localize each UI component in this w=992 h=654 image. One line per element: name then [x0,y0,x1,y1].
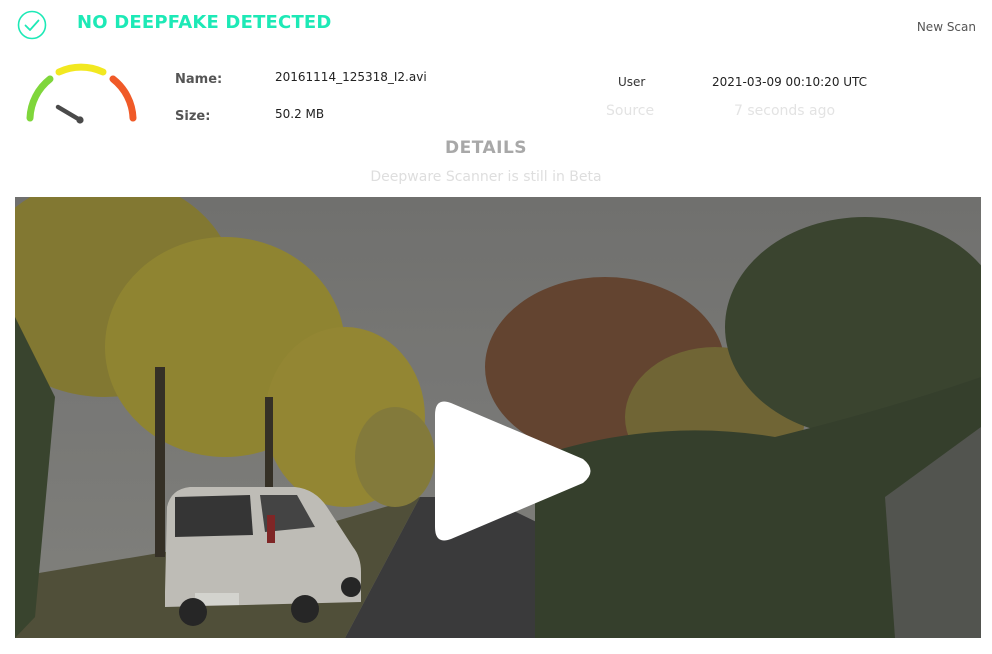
file-size-value: 50.2 MB [275,107,325,121]
source-value: 7 seconds ago [734,103,836,119]
beta-notice: Deepware Scanner is still in Beta [370,169,602,185]
gauge-green-arc [26,75,54,122]
scan-result-page: NO DEEPFAKE DETECTED New Scan Name: 2016… [0,0,992,654]
deepfake-gauge [26,63,137,124]
gauge-red-arc [109,75,137,122]
status-title: NO DEEPFAKE DETECTED [77,12,332,33]
gauge-yellow-arc [55,63,107,76]
user-value: 2021-03-09 00:10:20 UTC [712,75,868,89]
file-name-value: 20161114_125318_I2.avi [275,70,427,84]
gauge-needle [55,104,84,124]
play-icon[interactable] [423,385,598,557]
source-label: Source [606,103,655,119]
check-circle-icon [17,10,47,40]
video-player[interactable] [15,197,981,638]
user-label: User [618,75,646,89]
new-scan-link[interactable]: New Scan [917,20,976,34]
size-label: Size: [175,109,211,124]
name-label: Name: [175,72,223,87]
details-heading: DETAILS [444,138,528,158]
